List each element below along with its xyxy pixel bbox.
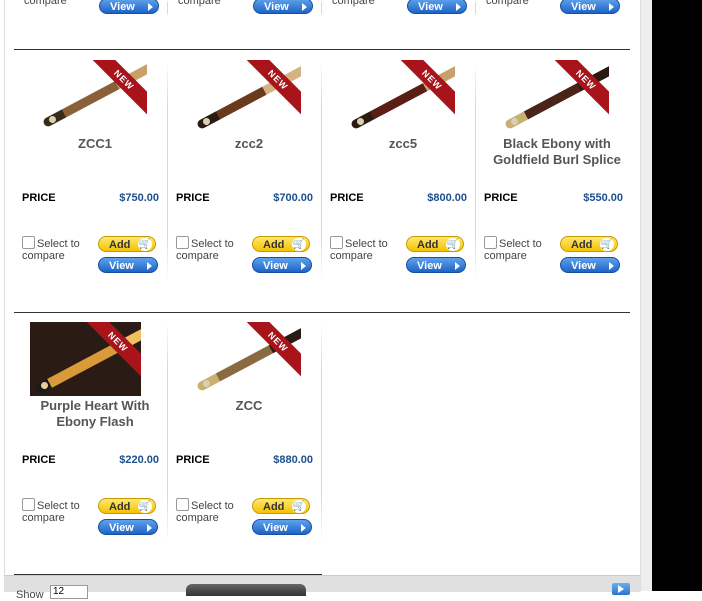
row-divider <box>14 49 630 50</box>
view-label: View <box>571 1 596 13</box>
product-image[interactable]: NEW <box>190 322 301 396</box>
price-value: $550.00 <box>583 192 623 204</box>
price-label: PRICE <box>484 192 518 204</box>
compare-products-button[interactable] <box>186 584 306 596</box>
column-divider <box>167 0 168 16</box>
price-value: $750.00 <box>119 192 159 204</box>
price-label: PRICE <box>176 454 210 466</box>
view-label: View <box>417 260 442 272</box>
view-button[interactable]: View <box>560 257 620 273</box>
compare-label-fragment: compare <box>178 0 221 7</box>
view-button[interactable]: View <box>99 0 159 14</box>
arrow-right-icon <box>301 262 306 270</box>
product-title[interactable]: Purple Heart With Ebony Flash <box>22 398 168 430</box>
compare-label: Select to compare <box>484 238 542 262</box>
view-label: View <box>264 1 289 13</box>
view-button[interactable]: View <box>252 257 312 273</box>
arrow-right-icon <box>609 3 614 11</box>
view-button[interactable]: View <box>98 257 158 273</box>
view-label: View <box>109 260 134 272</box>
price-label: PRICE <box>330 192 364 204</box>
compare-label: Select to compare <box>22 238 80 262</box>
compare-label-fragment: compare <box>486 0 529 7</box>
product-image[interactable]: NEW <box>190 60 301 134</box>
arrow-right-icon <box>455 262 460 270</box>
cart-icon: 🛒 <box>446 238 460 251</box>
cart-icon: 🛒 <box>292 500 306 513</box>
column-divider <box>167 322 168 542</box>
window-edge <box>652 0 702 591</box>
add-label: Add <box>417 239 439 251</box>
arrow-right-icon <box>302 3 307 11</box>
add-label: Add <box>109 239 131 251</box>
arrow-right-icon <box>147 262 152 270</box>
next-page-icon[interactable] <box>612 583 630 595</box>
product-image[interactable]: NEW <box>498 60 609 134</box>
arrow-right-icon <box>609 262 614 270</box>
price-value: $700.00 <box>273 192 313 204</box>
price-label: PRICE <box>22 454 56 466</box>
view-button[interactable]: View <box>252 519 312 535</box>
column-divider <box>475 0 476 16</box>
compare-label: Select to compare <box>176 500 234 524</box>
add-label: Add <box>571 239 593 251</box>
add-to-cart-button[interactable]: Add 🛒 <box>252 236 310 252</box>
view-button[interactable]: View <box>406 257 466 273</box>
view-label: View <box>263 522 288 534</box>
price-value: $880.00 <box>273 454 313 466</box>
price-label: PRICE <box>22 192 56 204</box>
view-button[interactable]: View <box>560 0 620 14</box>
compare-label: Select to compare <box>22 500 80 524</box>
column-divider <box>475 60 476 280</box>
product-title[interactable]: ZCC <box>176 398 322 414</box>
product-image[interactable]: NEW <box>30 322 141 396</box>
view-label: View <box>109 522 134 534</box>
column-divider <box>167 60 168 280</box>
add-label: Add <box>109 501 131 513</box>
compare-label: Select to compare <box>176 238 234 262</box>
column-divider <box>321 322 322 542</box>
product-title[interactable]: ZCC1 <box>22 136 168 152</box>
view-label: View <box>418 1 443 13</box>
product-title[interactable]: zcc2 <box>176 136 322 152</box>
cart-icon: 🛒 <box>292 238 306 251</box>
add-to-cart-button[interactable]: Add 🛒 <box>98 236 156 252</box>
add-to-cart-button[interactable]: Add 🛒 <box>98 498 156 514</box>
add-to-cart-button[interactable]: Add 🛒 <box>560 236 618 252</box>
arrow-right-icon <box>456 3 461 11</box>
product-title[interactable]: zcc5 <box>330 136 476 152</box>
add-to-cart-button[interactable]: Add 🛒 <box>252 498 310 514</box>
add-label: Add <box>263 501 285 513</box>
cart-icon: 🛒 <box>600 238 614 251</box>
arrow-right-icon <box>147 524 152 532</box>
product-title[interactable]: Black Ebony with Goldfield Burl Splice <box>484 136 630 168</box>
cart-icon: 🛒 <box>138 500 152 513</box>
row-divider <box>14 312 630 313</box>
view-button[interactable]: View <box>253 0 313 14</box>
view-label: View <box>263 260 288 272</box>
items-per-page-select[interactable]: 12 <box>50 585 88 599</box>
compare-label-fragment: compare <box>332 0 375 7</box>
view-button[interactable]: View <box>98 519 158 535</box>
view-button[interactable]: View <box>407 0 467 14</box>
product-image[interactable]: NEW <box>344 60 455 134</box>
column-divider <box>321 60 322 280</box>
pagination-bar: Show 12 <box>4 575 640 601</box>
arrow-right-icon <box>148 3 153 11</box>
compare-label-fragment: compare <box>24 0 67 7</box>
compare-label: Select to compare <box>330 238 388 262</box>
add-to-cart-button[interactable]: Add 🛒 <box>406 236 464 252</box>
arrow-right-icon <box>301 524 306 532</box>
add-label: Add <box>263 239 285 251</box>
page-left-border <box>4 0 5 591</box>
column-divider <box>321 0 322 16</box>
price-value: $220.00 <box>119 454 159 466</box>
product-image[interactable]: NEW <box>36 60 147 134</box>
view-label: View <box>110 1 135 13</box>
price-value: $800.00 <box>427 192 467 204</box>
cart-icon: 🛒 <box>138 238 152 251</box>
price-label: PRICE <box>176 192 210 204</box>
view-label: View <box>571 260 596 272</box>
